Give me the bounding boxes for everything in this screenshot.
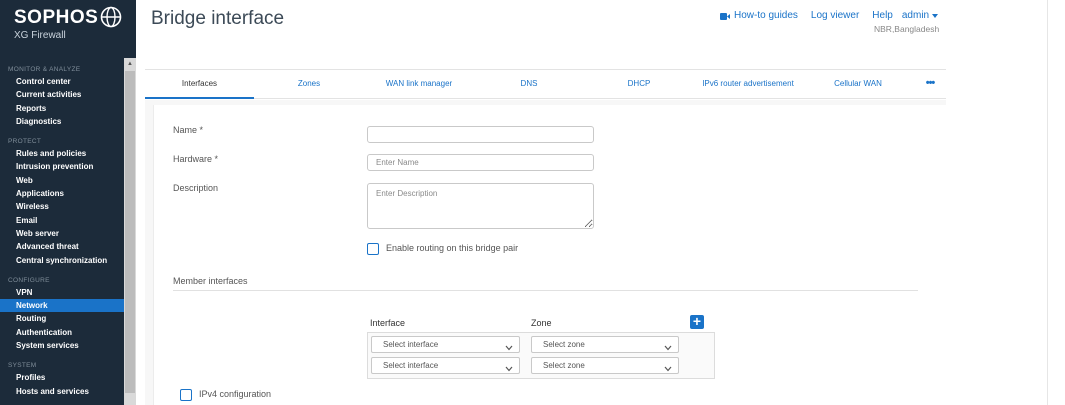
sidebar-item-hosts-and-services[interactable]: Hosts and services xyxy=(0,385,124,398)
sidebar-item-web[interactable]: Web xyxy=(0,174,124,187)
sidebar-item-vpn[interactable]: VPN xyxy=(0,286,124,299)
nav-section-protect: PROTECT xyxy=(8,138,42,146)
globe-icon xyxy=(100,6,122,33)
brand-logo[interactable]: SOPHOS XG Firewall xyxy=(14,7,98,41)
brand-product: XG Firewall xyxy=(14,30,66,41)
sidebar-item-routing[interactable]: Routing xyxy=(0,312,124,325)
video-camera-icon xyxy=(720,12,730,20)
nav-section-monitor: MONITOR & ANALYZE xyxy=(8,66,81,73)
chevron-down-icon xyxy=(664,362,672,377)
tab-zones[interactable]: Zones xyxy=(269,70,349,99)
nav-section-system: SYSTEM xyxy=(8,362,37,370)
sidebar-item-profiles[interactable]: Profiles xyxy=(0,371,124,384)
caret-down-icon xyxy=(932,13,939,18)
zone-column-header: Zone xyxy=(531,318,552,328)
tab-interfaces[interactable]: Interfaces xyxy=(145,70,254,99)
sidebar-item-authentication[interactable]: Authentication xyxy=(0,326,124,339)
sidebar-item-email[interactable]: Email xyxy=(0,214,124,227)
interface-select-1[interactable]: Select interface xyxy=(371,336,520,353)
howto-guides-link[interactable]: How-to guides xyxy=(720,10,798,21)
brand-name: SOPHOS xyxy=(14,7,99,28)
top-links: How-to guides Log viewer Help admin xyxy=(720,10,939,21)
name-input[interactable] xyxy=(367,126,594,143)
sidebar-item-network[interactable]: Network xyxy=(0,299,124,313)
tab-ipv6-router-advertisement[interactable]: IPv6 router advertisement xyxy=(688,70,808,99)
interface-select-2-value: Select interface xyxy=(383,361,439,370)
description-label: Description xyxy=(173,183,219,193)
routing-checkbox-label: Enable routing on this bridge pair xyxy=(386,243,519,253)
sidebar-item-applications[interactable]: Applications xyxy=(0,187,124,200)
scroll-up-arrow-icon[interactable]: ▲ xyxy=(124,58,136,70)
help-link[interactable]: Help xyxy=(872,10,893,21)
location-label: NBR,Bangladesh xyxy=(874,24,940,34)
sidebar-item-advanced-threat[interactable]: Advanced threat xyxy=(0,240,124,253)
ipv4-checkbox[interactable] xyxy=(180,389,192,401)
interface-select-1-value: Select interface xyxy=(383,340,439,349)
sidebar-item-current-activities[interactable]: Current activities xyxy=(0,88,124,101)
tab-dhcp[interactable]: DHCP xyxy=(599,70,679,99)
sidebar-item-central-synchronization[interactable]: Central synchronization xyxy=(0,254,124,267)
tab-wan-link-manager[interactable]: WAN link manager xyxy=(369,70,469,99)
sidebar-item-web-server[interactable]: Web server xyxy=(0,227,124,240)
sidebar: SOPHOS XG Firewall MONITOR & ANALYZE Con… xyxy=(0,0,136,405)
routing-checkbox[interactable] xyxy=(367,243,379,255)
sidebar-item-wireless[interactable]: Wireless xyxy=(0,200,124,213)
sidebar-item-system-services[interactable]: System services xyxy=(0,339,124,352)
zone-select-2[interactable]: Select zone xyxy=(531,357,679,374)
sidebar-scroll-thumb[interactable] xyxy=(125,71,135,393)
description-textarea[interactable] xyxy=(367,183,594,229)
log-viewer-link[interactable]: Log viewer xyxy=(811,10,859,21)
page-edge-divider xyxy=(1047,0,1048,405)
name-label: Name * xyxy=(173,125,204,135)
hardware-input[interactable] xyxy=(367,154,594,171)
more-tabs-icon[interactable]: ••• xyxy=(920,70,940,99)
chevron-down-icon xyxy=(505,362,513,377)
sidebar-item-reports[interactable]: Reports xyxy=(0,102,124,115)
member-interfaces-heading: Member interfaces xyxy=(173,276,248,286)
add-member-button[interactable]: + xyxy=(690,314,704,329)
zone-select-1[interactable]: Select zone xyxy=(531,336,679,353)
zone-select-2-value: Select zone xyxy=(543,361,585,370)
sidebar-item-control-center[interactable]: Control center xyxy=(0,75,124,88)
howto-guides-label: How-to guides xyxy=(734,10,798,21)
chevron-down-icon xyxy=(664,341,672,356)
chevron-down-icon xyxy=(505,341,513,356)
admin-menu[interactable]: admin xyxy=(901,10,939,21)
sidebar-item-diagnostics[interactable]: Diagnostics xyxy=(0,115,124,128)
admin-label: admin xyxy=(901,10,930,21)
ipv4-checkbox-label: IPv4 configuration xyxy=(199,389,272,399)
page-title: Bridge interface xyxy=(151,8,285,29)
sidebar-item-intrusion-prevention[interactable]: Intrusion prevention xyxy=(0,160,124,173)
section-divider xyxy=(173,290,918,291)
nav-section-configure: CONFIGURE xyxy=(8,276,50,284)
hardware-label: Hardware * xyxy=(173,154,219,164)
interface-column-header: Interface xyxy=(370,318,406,328)
tab-dns[interactable]: DNS xyxy=(489,70,569,99)
tab-cellular-wan[interactable]: Cellular WAN xyxy=(818,70,898,99)
interface-select-2[interactable]: Select interface xyxy=(371,357,520,374)
zone-select-1-value: Select zone xyxy=(543,340,585,349)
sidebar-item-rules-and-policies[interactable]: Rules and policies xyxy=(0,147,124,160)
tab-bar: Interfaces Zones WAN link manager DNS DH… xyxy=(145,69,946,99)
sidebar-nav: MONITOR & ANALYZE Control center Current… xyxy=(0,64,124,398)
